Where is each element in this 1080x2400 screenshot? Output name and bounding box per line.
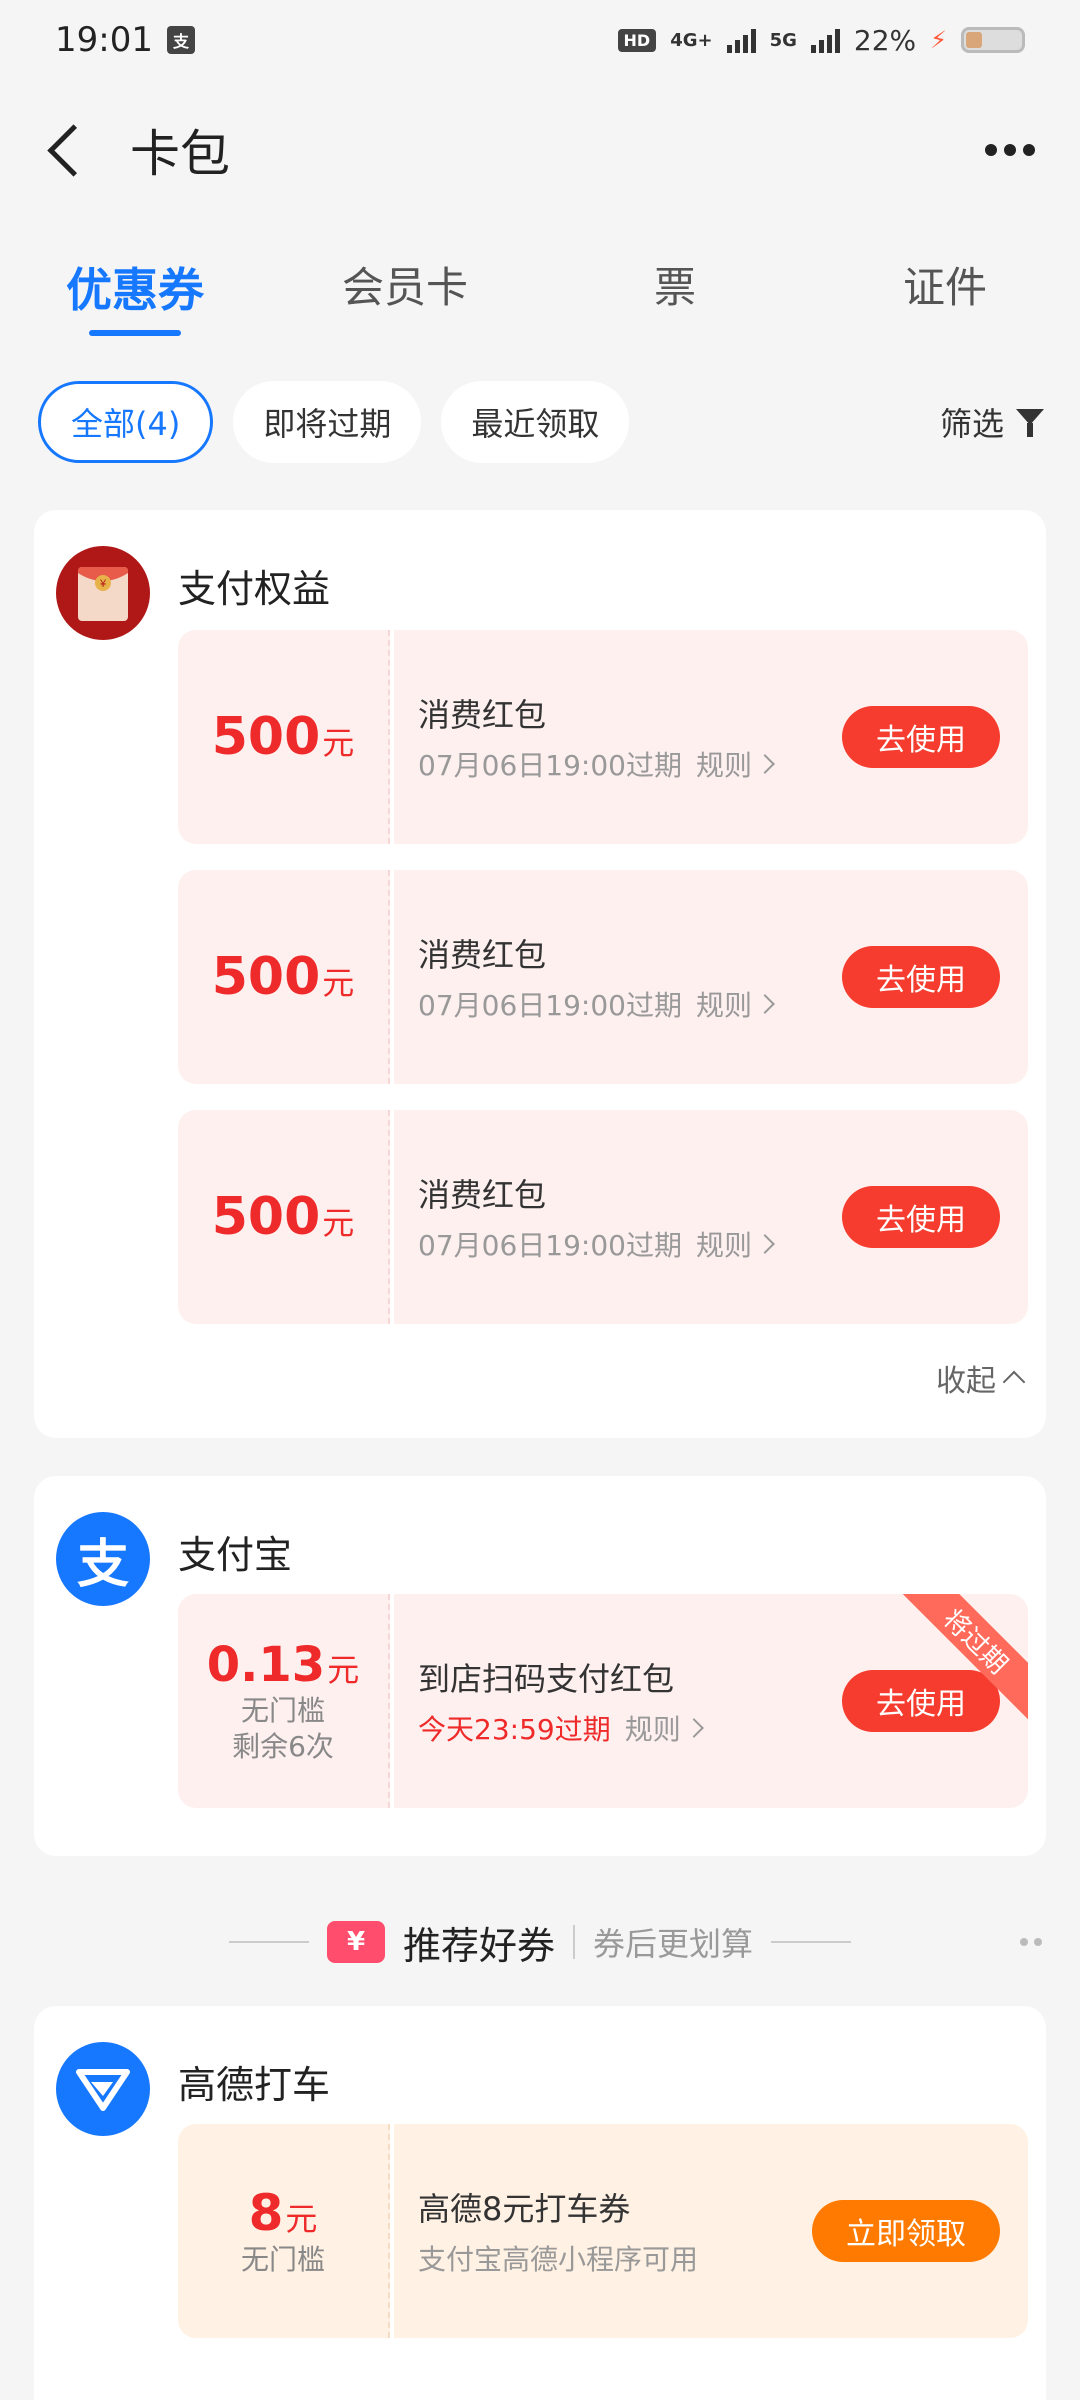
page-title: 卡包 (130, 125, 230, 183)
card-title: 支付权益 (178, 567, 331, 611)
battery-percent: 22% (853, 23, 917, 57)
app-notification-icon: 支 (166, 26, 195, 54)
alipay-logo-icon: 支 (56, 1512, 150, 1606)
rule-link[interactable]: 规则 (696, 1224, 775, 1264)
filter-chip-expiring[interactable]: 即将过期 (233, 381, 422, 463)
coupon-threshold: 无门槛 (240, 2243, 325, 2276)
alipay-card: 支 支付宝 0.13元 无门槛 剩余6次 到店扫码支付红包 今天23:59过期 … (34, 1476, 1046, 1856)
hd-icon: HD (617, 28, 657, 52)
recommend-title: 推荐好券 (402, 1923, 555, 1968)
more-dots-icon[interactable] (1020, 1938, 1042, 1946)
filter-chip-all[interactable]: 全部(4) (38, 381, 214, 463)
use-coupon-button[interactable]: 去使用 (842, 1186, 1000, 1248)
recommend-subtitle: 券后更划算 (593, 1925, 754, 1963)
use-coupon-button[interactable]: 去使用 (842, 946, 1000, 1008)
chevron-up-icon (1002, 1370, 1026, 1394)
card-title: 高德打车 (178, 2063, 331, 2107)
tab-bar: 优惠券 会员卡 票 证件 (0, 240, 1080, 350)
use-coupon-button[interactable]: 去使用 (842, 706, 1000, 768)
coupon-expiry: 07月06日19:00过期 (418, 749, 682, 782)
divider-line (771, 1941, 852, 1943)
coupon-amount: 0.13元 (206, 1637, 360, 1693)
filter-label: 筛选 (939, 405, 1004, 443)
rule-link[interactable]: 规则 (696, 984, 775, 1024)
collapse-button[interactable]: 收起 (936, 1356, 1026, 1400)
coupon-detail-panel: 消费红包 07月06日19:00过期 规则 去使用 (394, 870, 1028, 1084)
amap-card: 高德打车 8元 无门槛 高德8元打车券 支付宝高德小程序可用 立即领取 (34, 2006, 1046, 2400)
rule-link[interactable]: 规则 (696, 744, 775, 784)
coupon-amount-panel: 0.13元 无门槛 剩余6次 (178, 1594, 390, 1808)
card-header: ¥ (56, 546, 150, 640)
status-bar: 19:01 支 HD 4G+ 5G 22% ⚡ (0, 0, 1080, 80)
signal-5g-icon (810, 27, 840, 53)
coupon-amount-panel: 500元 (178, 630, 390, 844)
payment-benefits-card: ¥ 支付权益 500元 消费红包 07月06日19:00过期 规则 去使用 50… (34, 510, 1046, 1438)
coupon-amount-panel: 500元 (178, 1110, 390, 1324)
coupon-detail-panel: 消费红包 07月06日19:00过期 规则 去使用 (394, 630, 1028, 844)
net-5g-label: 5G (769, 29, 797, 51)
coupon-item: 500元 消费红包 07月06日19:00过期 规则 去使用 (178, 630, 1028, 844)
signal-4g-icon (726, 27, 756, 53)
coupon-detail-panel: 消费红包 07月06日19:00过期 规则 去使用 (394, 1110, 1028, 1324)
red-envelope-icon: ¥ (56, 546, 150, 640)
tab-tickets[interactable]: 票 (540, 240, 810, 350)
coupon-detail-panel: 到店扫码支付红包 今天23:59过期 规则 去使用 将过期 (394, 1594, 1028, 1808)
amap-logo-icon (56, 2042, 150, 2136)
chevron-right-icon (755, 754, 775, 774)
tab-coupons[interactable]: 优惠券 (0, 240, 270, 350)
tab-member-cards[interactable]: 会员卡 (270, 240, 540, 350)
coupon-threshold: 无门槛 (240, 1694, 325, 1727)
divider-separator (573, 1925, 575, 1959)
divider-line (228, 1941, 309, 1943)
chevron-right-icon (755, 994, 775, 1014)
back-arrow-icon[interactable] (45, 120, 85, 180)
app-header: 卡包 (0, 100, 1080, 200)
coupon-expiry: 今天23:59过期 (418, 1713, 611, 1746)
status-right: HD 4G+ 5G 22% ⚡ (617, 23, 1025, 57)
status-left: 19:01 支 (55, 20, 195, 60)
rule-link[interactable]: 规则 (625, 1708, 704, 1748)
coupon-remaining: 剩余6次 (232, 1730, 334, 1763)
chevron-right-icon (683, 1718, 704, 1738)
coupon-ticket-icon: ¥ (326, 1921, 385, 1963)
coupon-expiry: 07月06日19:00过期 (418, 989, 682, 1022)
filter-button[interactable]: 筛选 (940, 399, 1048, 445)
coupon-description: 支付宝高德小程序可用 (418, 2243, 699, 2276)
filter-chip-recent[interactable]: 最近领取 (441, 381, 630, 463)
filter-bar: 全部(4) 即将过期 最近领取 筛选 (38, 380, 1048, 464)
card-title: 支付宝 (178, 1533, 293, 1577)
coupon-amount-panel: 8元 无门槛 (178, 2124, 390, 2338)
card-header: 支 (56, 1512, 150, 1606)
status-time: 19:01 (55, 20, 153, 60)
svg-text:¥: ¥ (99, 578, 107, 590)
coupon-item: 500元 消费红包 07月06日19:00过期 规则 去使用 (178, 1110, 1028, 1324)
net-4g-label: 4G+ (670, 29, 713, 51)
coupon-detail-panel: 高德8元打车券 支付宝高德小程序可用 立即领取 (394, 2124, 1028, 2338)
claim-coupon-button[interactable]: 立即领取 (812, 2200, 1000, 2262)
coupon-amount: 500元 (211, 1187, 355, 1247)
more-options-icon[interactable] (985, 144, 1035, 156)
funnel-icon (1014, 405, 1048, 439)
collapse-label: 收起 (936, 1364, 996, 1399)
charging-icon: ⚡ (930, 26, 947, 54)
coupon-amount: 8元 (248, 2184, 318, 2242)
battery-icon (961, 27, 1025, 53)
chevron-right-icon (755, 1234, 775, 1254)
coupon-item: 8元 无门槛 高德8元打车券 支付宝高德小程序可用 立即领取 (178, 2124, 1028, 2338)
use-coupon-button[interactable]: 去使用 (842, 1670, 1000, 1732)
coupon-amount: 500元 (211, 707, 355, 767)
card-header (56, 2042, 150, 2136)
coupon-item: 0.13元 无门槛 剩余6次 到店扫码支付红包 今天23:59过期 规则 去使用… (178, 1594, 1028, 1808)
coupon-item: 500元 消费红包 07月06日19:00过期 规则 去使用 (178, 870, 1028, 1084)
coupon-expiry: 07月06日19:00过期 (418, 1229, 682, 1262)
tab-ids[interactable]: 证件 (810, 240, 1080, 350)
coupon-amount: 500元 (211, 947, 355, 1007)
recommend-header: ¥ 推荐好券 券后更划算 (0, 1910, 1080, 1974)
coupon-amount-panel: 500元 (178, 870, 390, 1084)
